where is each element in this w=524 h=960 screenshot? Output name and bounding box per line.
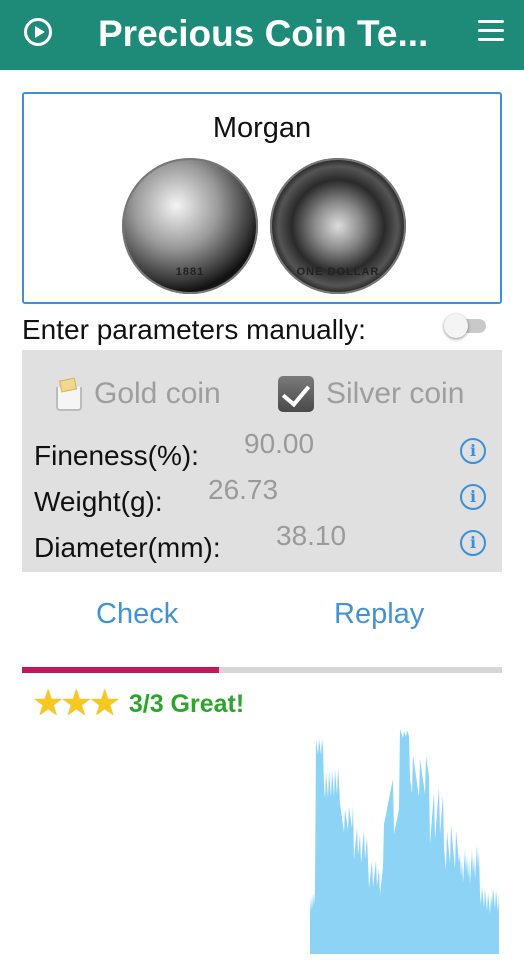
progress-bar — [22, 667, 502, 673]
weight-label: Weight(g): — [34, 486, 163, 517]
coin-card[interactable]: Morgan 1881 ONE DOLLAR — [22, 92, 502, 304]
check-button[interactable]: Check — [96, 598, 178, 631]
coin-obverse-image: 1881 — [122, 158, 258, 294]
coin-name: Morgan — [212, 112, 312, 144]
result-row: ★ ★ ★ 3/3 Great! — [32, 686, 244, 722]
checkbox-checked-icon — [278, 376, 314, 412]
progress-fill — [22, 667, 219, 673]
diameter-label: Diameter(mm): — [34, 532, 221, 563]
gold-coin-icon — [54, 377, 82, 411]
gold-coin-option[interactable]: Gold coin — [54, 374, 221, 414]
obverse-year: 1881 — [175, 266, 205, 278]
spectrum-graph — [310, 729, 499, 954]
diameter-info-icon[interactable]: i — [460, 530, 486, 556]
manual-entry-toggle[interactable] — [444, 314, 486, 338]
fineness-input[interactable]: 90.00 — [244, 428, 314, 460]
spectrum-area — [310, 729, 499, 954]
app-bar: Precious Coin Te... — [0, 0, 524, 70]
menu-icon[interactable] — [478, 20, 504, 42]
result-text: 3/3 Great! — [128, 689, 245, 718]
diameter-input[interactable]: 38.10 — [276, 520, 346, 552]
toggle-thumb — [444, 314, 468, 338]
play-icon[interactable] — [24, 18, 52, 46]
star-icon: ★ — [88, 683, 121, 724]
fineness-row: Fineness(%): 90.00 i — [34, 428, 494, 474]
silver-coin-option[interactable]: Silver coin — [278, 374, 464, 414]
fineness-label: Fineness(%): — [34, 440, 199, 471]
diameter-row: Diameter(mm): 38.10 i — [34, 520, 494, 566]
parameters-panel: Gold coin Silver coin Fineness(%): 90.00… — [22, 350, 502, 572]
gold-coin-label: Gold coin — [94, 377, 221, 410]
fineness-info-icon[interactable]: i — [460, 438, 486, 464]
coin-reverse-image: ONE DOLLAR — [270, 158, 406, 294]
manual-entry-label: Enter parameters manually: — [22, 314, 366, 345]
weight-info-icon[interactable]: i — [460, 484, 486, 510]
silver-coin-label: Silver coin — [326, 377, 465, 410]
weight-input[interactable]: 26.73 — [208, 474, 278, 506]
replay-button[interactable]: Replay — [334, 598, 424, 631]
app-title: Precious Coin Te... — [98, 13, 429, 54]
weight-row: Weight(g): 26.73 i — [34, 474, 494, 520]
reverse-text: ONE DOLLAR — [296, 266, 380, 278]
